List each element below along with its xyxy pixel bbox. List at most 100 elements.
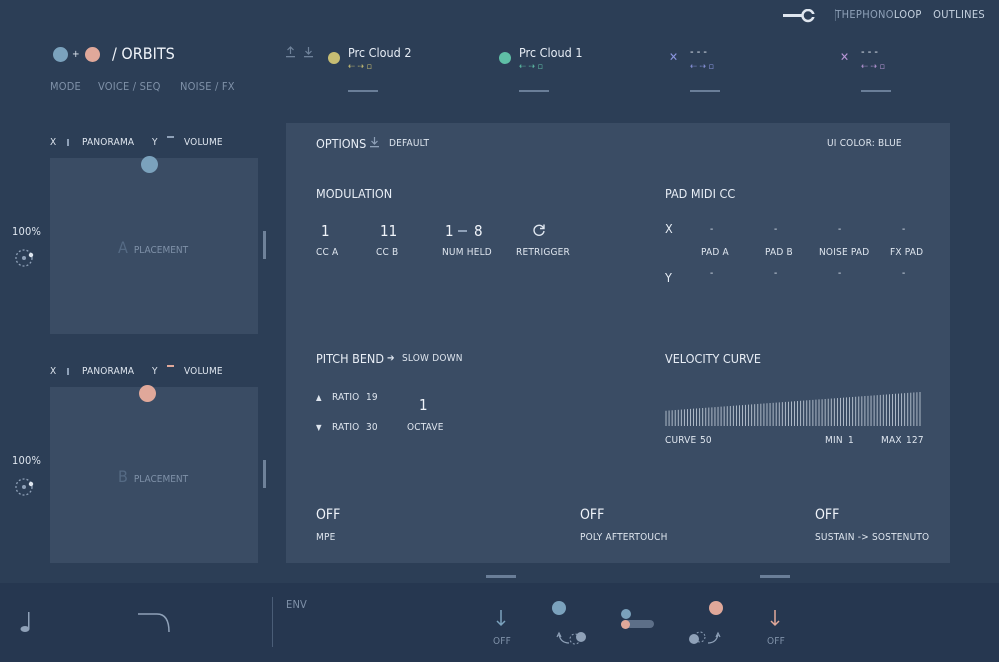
nav-noise-fx[interactable]: NOISE / FX (180, 80, 235, 93)
slot-1[interactable]: Prc Cloud 2 ⇠ ⇢ ▫ (327, 44, 447, 94)
velocity-curve-graph[interactable] (665, 392, 921, 426)
blue-small-dot (621, 609, 631, 619)
pad-a-handle[interactable] (141, 156, 158, 173)
pad-b-y-marker (167, 365, 174, 367)
pad-a-y-marker (167, 136, 174, 138)
pad-a-x-param[interactable]: PANORAMA (82, 137, 134, 148)
pad-a-y-param[interactable]: VOLUME (184, 137, 223, 148)
pad-a-y-label: Y (152, 137, 158, 148)
curve-value[interactable]: 50 (700, 435, 712, 446)
arrows-icon: ⇠ ⇢ ▫ (861, 62, 886, 72)
drag-handle-right[interactable] (760, 575, 790, 578)
range-dash (458, 230, 467, 232)
midi-y-noise-pad[interactable]: - (838, 268, 841, 279)
midi-x-noise-pad[interactable]: - (838, 224, 841, 235)
drag-handle-left[interactable] (486, 575, 516, 578)
col-noise-pad: NOISE PAD (819, 247, 870, 258)
octave-value[interactable]: 1 (419, 396, 428, 414)
pad-b-x-marker (67, 368, 69, 375)
num-held-to[interactable]: 8 (474, 222, 483, 240)
note-icon[interactable] (19, 611, 33, 636)
sustain-sostenuto-label: SUSTAIN -> SOSTENUTO (815, 532, 930, 543)
upload-icon[interactable] (286, 46, 295, 61)
close-icon[interactable]: ✕ (840, 50, 849, 64)
midi-y-pad-b[interactable]: - (774, 268, 777, 279)
brand-logo: THEPHONOLOOP OUTLINES (835, 8, 985, 21)
page-title: / ORBITS (112, 44, 175, 63)
arrows-icon: ⇠ ⇢ ▫ (690, 62, 715, 72)
ratio-up-value[interactable]: 19 (366, 392, 378, 403)
preset-name[interactable]: DEFAULT (389, 138, 429, 149)
arrow-down-pink-icon[interactable] (770, 609, 780, 632)
slot-4[interactable]: ✕ - - - ⇠ ⇢ ▫ (840, 44, 960, 94)
poly-aftertouch-toggle[interactable]: OFF (580, 507, 604, 523)
col-pad-a: PAD A (701, 247, 729, 258)
ui-color-selector[interactable]: UI COLOR: BLUE (827, 138, 902, 149)
slot-color-dot (328, 52, 340, 64)
triangle-up-icon: ▲ (316, 393, 322, 402)
max-value[interactable]: 127 (906, 435, 924, 446)
cc-b-value[interactable]: 11 (380, 222, 397, 240)
arrow-down-blue-icon[interactable] (496, 609, 506, 632)
slot-3[interactable]: ✕ - - - ⇠ ⇢ ▫ (669, 44, 789, 94)
slot-underline (519, 90, 549, 92)
brand-part1: THEPHONO (835, 8, 894, 21)
pad-b-slider[interactable] (263, 460, 266, 488)
retrigger-icon[interactable] (532, 223, 546, 240)
orbit-link-icon-right[interactable] (686, 625, 722, 650)
sustain-sostenuto-toggle[interactable]: OFF (815, 507, 839, 523)
slot-color-dot (499, 52, 511, 64)
pitch-bend-mode[interactable]: SLOW DOWN (402, 353, 463, 364)
pad-b-x-param[interactable]: PANORAMA (82, 366, 134, 377)
xy-pad-b[interactable]: B PLACEMENT (50, 387, 258, 563)
poly-aftertouch-label: POLY AFTERTOUCH (580, 532, 668, 543)
placement-label: PLACEMENT (133, 474, 189, 485)
orbit-icon[interactable] (14, 477, 36, 500)
nav-voice-seq[interactable]: VOICE / SEQ (98, 80, 161, 93)
pad-a-slider[interactable] (263, 231, 266, 259)
orbit-icon[interactable] (14, 248, 36, 271)
footer-divider (272, 597, 273, 647)
col-fx-pad: FX PAD (890, 247, 924, 258)
download-icon[interactable] (304, 46, 313, 61)
envelope-curve-icon[interactable] (137, 612, 171, 637)
nav-mode[interactable]: MODE (50, 80, 81, 93)
min-value[interactable]: 1 (848, 435, 854, 446)
wrench-icon[interactable] (783, 8, 816, 26)
pad-b-handle[interactable] (139, 385, 156, 402)
pad-a-x-marker (67, 139, 69, 146)
midi-y-pad-a[interactable]: - (710, 268, 713, 279)
midi-y-fx-pad[interactable]: - (902, 268, 905, 279)
xy-pad-a[interactable]: A PLACEMENT (50, 158, 258, 334)
pad-b-x-label: X (50, 366, 57, 377)
cc-a-value[interactable]: 1 (321, 222, 330, 240)
close-icon[interactable]: ✕ (669, 50, 678, 64)
retrigger-label: RETRIGGER (516, 247, 571, 258)
pad-b-y-param[interactable]: VOLUME (184, 366, 223, 377)
blue-dot-footer (552, 601, 566, 615)
pitch-bend-title: PITCH BEND (316, 351, 385, 366)
download-preset-icon[interactable] (370, 136, 379, 151)
arrows-icon: ⇠ ⇢ ▫ (519, 62, 544, 72)
slot-name: - - - (690, 45, 707, 58)
midi-x-fx-pad[interactable]: - (902, 224, 905, 235)
toggle-knob (621, 620, 630, 629)
max-label: MAX (881, 435, 902, 446)
midi-y-row-label: Y (665, 270, 672, 285)
pad-letter: B (118, 467, 128, 486)
ratio-up-label: RATIO (332, 392, 360, 403)
velocity-curve-title: VELOCITY CURVE (665, 351, 761, 366)
env-label: ENV (286, 598, 308, 611)
ratio-down-value[interactable]: 30 (366, 422, 378, 433)
outlines-link[interactable]: OUTLINES (933, 8, 985, 21)
pad-a-percent: 100% (12, 225, 42, 238)
orbit-link-icon[interactable] (555, 625, 591, 650)
midi-x-pad-b[interactable]: - (774, 224, 777, 235)
min-label: MIN (825, 435, 843, 446)
mpe-toggle[interactable]: OFF (316, 507, 340, 523)
pad-midi-cc-title: PAD MIDI CC (665, 186, 736, 201)
midi-x-pad-a[interactable]: - (710, 224, 713, 235)
num-held-from[interactable]: 1 (445, 222, 454, 240)
slot-2[interactable]: Prc Cloud 1 ⇠ ⇢ ▫ (498, 44, 618, 94)
right-off-label: OFF (767, 636, 786, 647)
